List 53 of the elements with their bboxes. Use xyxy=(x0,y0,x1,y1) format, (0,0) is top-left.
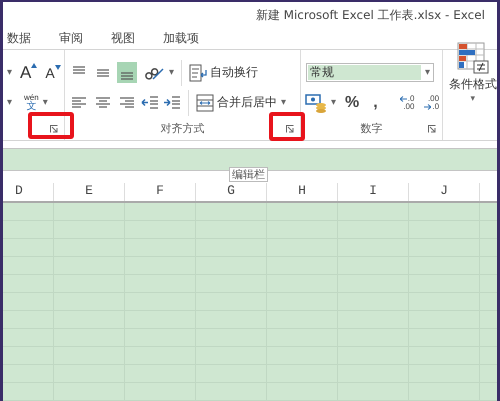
ribbon-tab[interactable]: 审阅 xyxy=(59,30,83,48)
increase-decimal-button[interactable]: .0 .00 xyxy=(396,94,418,111)
column-header[interactable]: J xyxy=(409,183,480,201)
dropdown-arrow[interactable]: ▾ xyxy=(281,97,286,108)
conditional-format-button[interactable]: 条件格式 ▾ xyxy=(449,42,497,104)
align-left-icon xyxy=(71,97,87,108)
dropdown-arrow[interactable]: ▾ xyxy=(169,67,174,78)
dropdown-arrow[interactable]: ▾ xyxy=(7,97,12,108)
group-label: 数字 xyxy=(360,121,382,136)
ribbon-tab[interactable]: 数据 xyxy=(7,30,31,48)
merge-cells-icon xyxy=(196,94,214,112)
dropdown-arrow[interactable]: ▾ xyxy=(7,67,12,78)
merge-center-button[interactable]: 合并后居中 xyxy=(196,94,277,112)
align-bottom-button[interactable] xyxy=(117,62,137,84)
column-header[interactable]: D xyxy=(3,183,54,201)
number-format-dropdown[interactable]: 常规 ▾ xyxy=(306,63,434,82)
money-icon[interactable] xyxy=(305,92,327,113)
ribbon-tab[interactable]: 视图 xyxy=(111,30,135,48)
dropdown-arrow[interactable]: ▾ xyxy=(331,97,336,108)
align-middle-icon xyxy=(95,69,111,78)
dialog-launcher-icon[interactable] xyxy=(50,124,58,133)
tooltip: 编辑栏 xyxy=(229,167,268,182)
column-header[interactable]: H xyxy=(267,183,338,201)
dialog-launcher-icon[interactable] xyxy=(286,124,294,133)
table-chart-icon xyxy=(457,42,489,74)
caret-icon xyxy=(54,64,61,70)
align-right-icon xyxy=(119,97,135,108)
group-label: 对齐方式 xyxy=(160,121,204,136)
number-style-button[interactable]: % xyxy=(340,94,364,112)
column-header[interactable]: F xyxy=(125,183,196,201)
dropdown-arrow[interactable]: ▾ xyxy=(42,97,48,108)
left-arrow-icon xyxy=(400,96,407,102)
dialog-launcher-icon[interactable] xyxy=(428,124,436,133)
window-title: 新建 Microsoft Excel 工作表.xlsx - Excel xyxy=(256,6,485,24)
column-header[interactable]: E xyxy=(54,183,125,201)
cell-grid[interactable] xyxy=(3,203,497,401)
align-center-icon xyxy=(95,97,111,108)
align-top-icon xyxy=(71,66,87,74)
phonetic-button[interactable]: wén 文 xyxy=(24,94,39,112)
right-arrow-icon xyxy=(424,104,432,110)
decrease-decimal-button[interactable]: .00 .0 xyxy=(421,94,442,111)
grow-font-button[interactable]: A xyxy=(16,62,40,83)
number-style-button[interactable]: , xyxy=(368,94,383,112)
align-bottom-icon xyxy=(119,72,135,80)
wrap-text-button[interactable]: 自动换行 xyxy=(189,64,258,82)
wrap-text-icon xyxy=(189,64,208,82)
column-header[interactable]: G xyxy=(196,183,267,201)
increase-indent-icon[interactable] xyxy=(163,94,181,112)
caret-icon xyxy=(31,62,38,68)
decrease-indent-icon[interactable] xyxy=(141,94,159,112)
ribbon-tab[interactable]: 加载项 xyxy=(163,30,199,48)
shrink-font-button[interactable]: A xyxy=(43,64,63,81)
column-header[interactable]: I xyxy=(338,183,409,201)
